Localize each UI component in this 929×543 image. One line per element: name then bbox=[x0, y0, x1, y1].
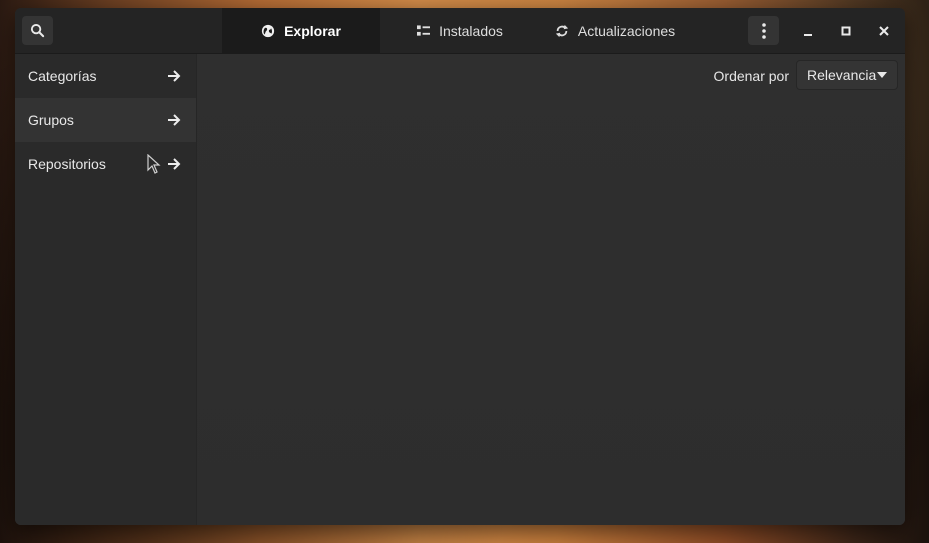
search-button[interactable] bbox=[22, 16, 53, 45]
tab-actualizaciones[interactable]: Actualizaciones bbox=[545, 8, 685, 53]
list-icon bbox=[417, 24, 431, 36]
main-content: Ordenar por Relevancia bbox=[197, 54, 905, 525]
close-button[interactable] bbox=[868, 16, 899, 45]
tab-explorar-label: Explorar bbox=[284, 22, 341, 39]
sidebar-item-categorias[interactable]: Categorías bbox=[15, 54, 196, 98]
tab-instalados[interactable]: Instalados bbox=[401, 8, 519, 53]
refresh-icon bbox=[555, 24, 568, 37]
sidebar-item-label: Categorías bbox=[28, 68, 97, 84]
tab-instalados-label: Instalados bbox=[439, 22, 503, 39]
app-window: Explorar Instalados Actualizaciones Cate… bbox=[15, 8, 905, 525]
sidebar-item-label: Repositorios bbox=[28, 156, 106, 172]
caret-down-icon bbox=[877, 72, 887, 78]
search-icon bbox=[30, 23, 45, 38]
minimize-icon bbox=[803, 33, 812, 36]
menu-button[interactable] bbox=[748, 16, 779, 45]
kebab-menu-icon bbox=[761, 22, 766, 39]
minimize-button[interactable] bbox=[792, 16, 823, 45]
sort-dropdown[interactable]: Relevancia bbox=[796, 60, 898, 90]
sidebar-item-grupos[interactable]: Grupos bbox=[15, 98, 196, 142]
arrow-right-icon bbox=[166, 156, 182, 172]
maximize-button[interactable] bbox=[830, 16, 861, 45]
sidebar-item-label: Grupos bbox=[28, 112, 74, 128]
sort-label: Ordenar por bbox=[713, 68, 789, 84]
mouse-pointer-icon bbox=[147, 154, 161, 174]
close-icon bbox=[878, 25, 889, 36]
sort-selected-value: Relevancia bbox=[807, 67, 877, 83]
sidebar-item-repositorios[interactable]: Repositorios bbox=[15, 142, 196, 186]
globe-icon bbox=[261, 24, 275, 37]
tab-explorar[interactable]: Explorar bbox=[222, 8, 380, 53]
arrow-right-icon bbox=[166, 112, 182, 128]
arrow-right-icon bbox=[166, 68, 182, 84]
sidebar: Categorías Grupos Repositorios bbox=[15, 54, 197, 525]
header-bar: Explorar Instalados Actualizaciones bbox=[15, 8, 905, 54]
tab-actualizaciones-label: Actualizaciones bbox=[577, 22, 676, 39]
maximize-icon bbox=[841, 26, 850, 35]
